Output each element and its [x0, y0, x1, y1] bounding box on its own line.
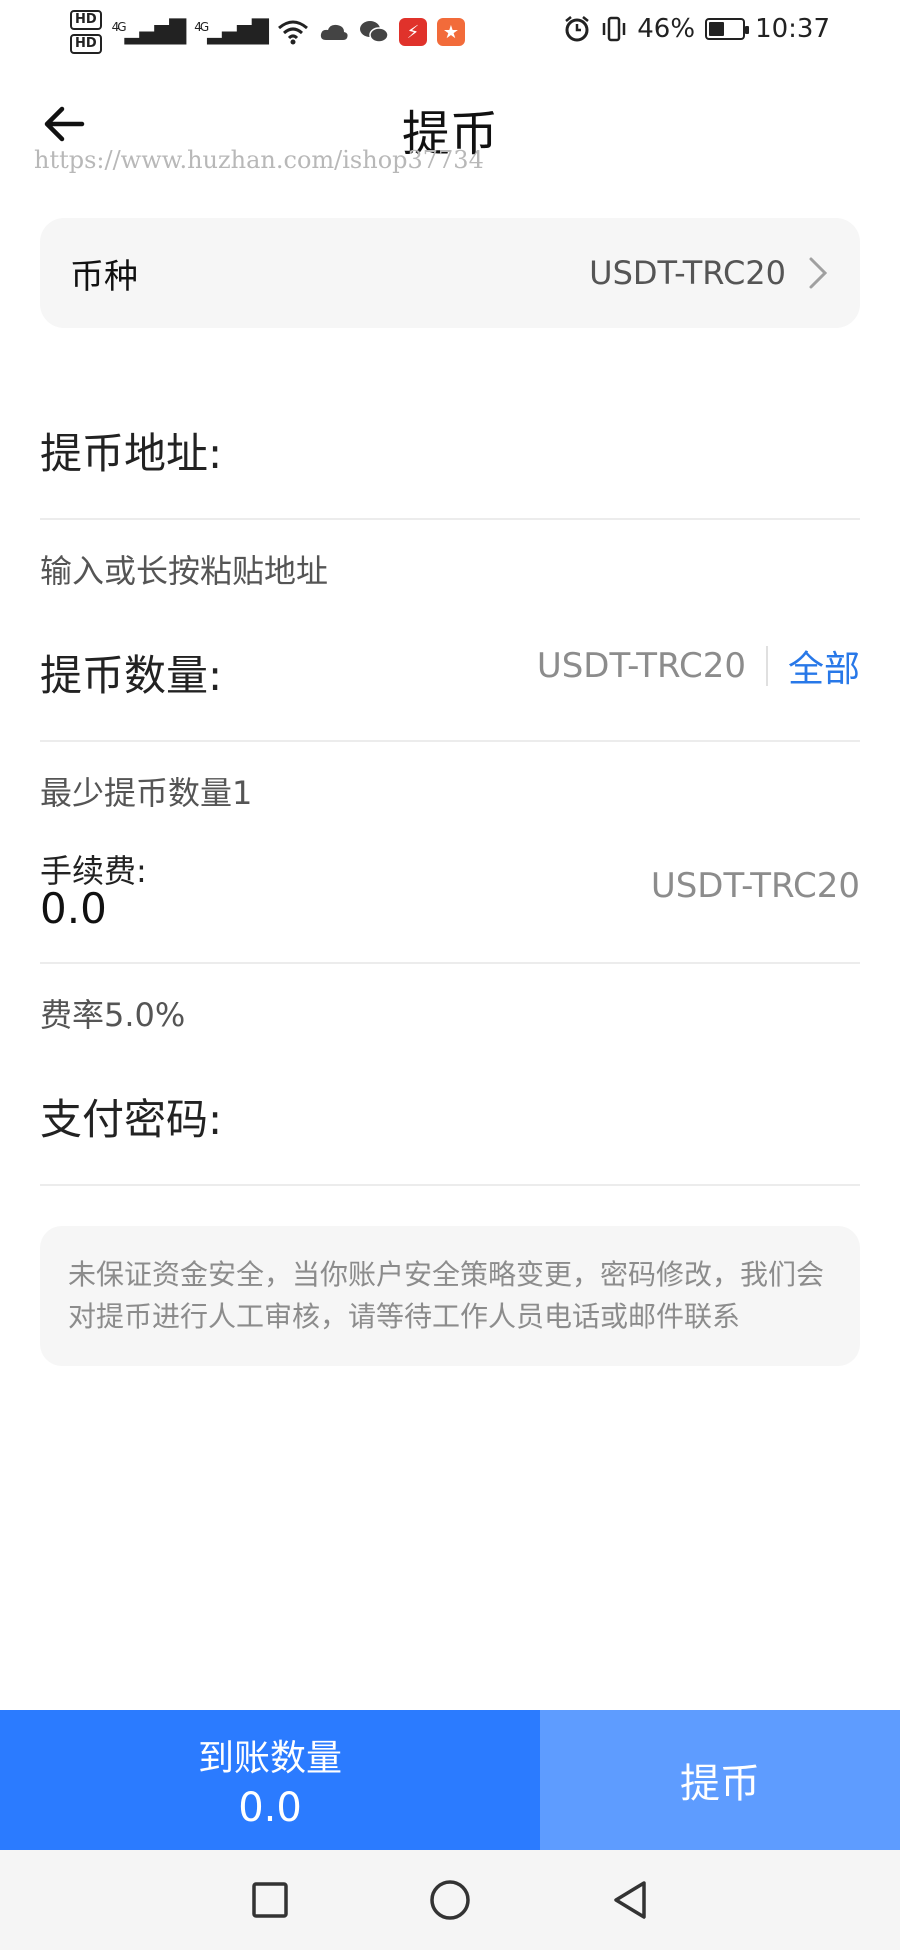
- amount-label: 提币数量:: [40, 651, 223, 700]
- fee-rate-hint: 费率5.0%: [40, 996, 186, 1034]
- min-amount-hint: 最少提币数量1: [40, 774, 253, 812]
- chevron-right-icon: [809, 257, 828, 289]
- signal-icon: 4G▂▄▆█: [194, 19, 269, 45]
- circle-icon: [430, 1880, 470, 1920]
- watermark: https://www.huzhan.com/ishop37734: [34, 146, 484, 174]
- receive-amount-box: 到账数量 0.0: [0, 1710, 540, 1850]
- alarm-icon: [565, 16, 590, 42]
- status-right: 46% 10:37: [563, 14, 830, 44]
- divider: [40, 518, 860, 520]
- square-icon: [252, 1882, 288, 1918]
- triangle-back-icon: [614, 1881, 646, 1919]
- divider: [40, 1184, 860, 1186]
- bottom-bar: 到账数量 0.0 提币: [0, 1710, 900, 1850]
- vertical-divider: [765, 646, 768, 686]
- home-button[interactable]: [425, 1875, 475, 1925]
- password-input[interactable]: [280, 1076, 860, 1156]
- address-hint: 输入或长按粘贴地址: [40, 552, 329, 590]
- submit-withdraw-button[interactable]: 提币: [540, 1710, 900, 1850]
- network-label: 4G: [111, 19, 127, 34]
- app-notification-icon: ⚡: [398, 18, 427, 46]
- amount-input[interactable]: [280, 632, 510, 712]
- status-bar: HD HD 4G▂▄▆█ 4G▂▄▆█ ⚡ ★ 46% 10:37: [0, 0, 900, 68]
- system-nav-bar: [0, 1850, 900, 1950]
- divider: [40, 962, 860, 964]
- fee-unit: USDT-TRC20: [650, 866, 860, 906]
- receive-label: 到账数量: [197, 1738, 342, 1779]
- app-notification-icon: ★: [436, 18, 465, 46]
- currency-value: USDT-TRC20: [589, 254, 786, 292]
- address-label: 提币地址:: [40, 429, 223, 478]
- recent-apps-button[interactable]: [245, 1875, 295, 1925]
- status-left: HD HD 4G▂▄▆█ 4G▂▄▆█ ⚡ ★: [70, 10, 465, 54]
- wifi-icon: [277, 20, 308, 45]
- address-input[interactable]: [280, 410, 860, 490]
- hd-indicators: HD HD: [70, 10, 102, 54]
- hd-badge: HD: [70, 34, 102, 54]
- signal-icon: 4G▂▄▆█: [111, 19, 187, 45]
- battery-percent: 46%: [637, 14, 696, 44]
- amount-right-group: USDT-TRC20 全部: [537, 640, 860, 692]
- currency-label: 币种: [70, 256, 138, 297]
- all-button[interactable]: 全部: [788, 640, 860, 692]
- amount-unit: USDT-TRC20: [536, 646, 746, 686]
- vibrate-icon: [603, 16, 626, 42]
- security-notice: 未保证资金安全，当你账户安全策略变更，密码修改，我们会对提币进行人工审核，请等待…: [40, 1226, 860, 1366]
- withdraw-page: HD HD 4G▂▄▆█ 4G▂▄▆█ ⚡ ★ 46% 10:37 提币 htt…: [0, 0, 900, 1950]
- password-label: 支付密码:: [40, 1095, 223, 1144]
- hd-badge: HD: [70, 10, 102, 30]
- network-label: 4G: [194, 19, 209, 34]
- system-back-button[interactable]: [605, 1875, 655, 1925]
- fee-value: 0.0: [40, 884, 107, 933]
- receive-value: 0.0: [238, 1785, 302, 1831]
- battery-fill: [709, 22, 724, 36]
- divider: [40, 740, 860, 742]
- currency-selector[interactable]: 币种 USDT-TRC20: [40, 218, 860, 328]
- battery-icon: [705, 18, 750, 40]
- wechat-icon: [359, 21, 389, 43]
- clock: 10:37: [755, 14, 830, 44]
- cloud-icon: [320, 24, 348, 40]
